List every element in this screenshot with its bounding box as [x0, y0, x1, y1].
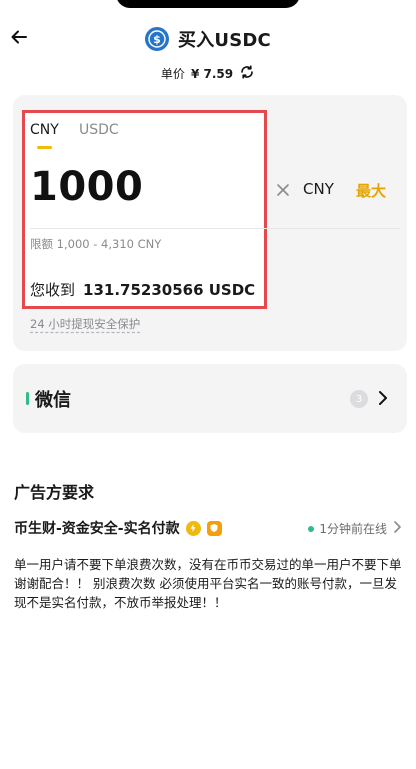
merchant-row[interactable]: 币生财-资金安全-实名付款 — [14, 518, 222, 538]
header: $ 买入USDC — [0, 22, 416, 58]
clear-icon[interactable] — [273, 180, 293, 200]
chevron-right-small-icon — [392, 520, 402, 537]
title-wrap: $ 买入USDC — [0, 26, 416, 52]
active-tab-indicator — [37, 146, 52, 149]
receive-value: 131.75230566 USDC — [83, 281, 256, 299]
payment-accent-bar — [26, 392, 29, 405]
unit-price-row: 单价 ¥ 7.59 — [0, 64, 416, 83]
chevron-right-icon[interactable] — [376, 389, 390, 411]
online-status[interactable]: 1分钟前在线 — [308, 520, 402, 537]
amount-input[interactable]: 1000 — [30, 164, 143, 210]
currency-unit: CNY — [303, 180, 334, 198]
limit-text: 限额 1,000 - 4,310 CNY — [30, 237, 162, 251]
withdraw-protection-link[interactable]: 24 小时提现安全保护 — [30, 316, 140, 332]
receive-row: 您收到 131.75230566 USDC — [30, 279, 255, 300]
page-title: 买入USDC — [178, 30, 271, 51]
payment-method-selector[interactable] — [13, 364, 407, 433]
tab-usdc[interactable]: USDC — [79, 122, 119, 138]
section-title: 广告方要求 — [14, 483, 95, 502]
verified-badge-icon — [185, 520, 201, 536]
unit-price-value: ¥ 7.59 — [190, 66, 234, 81]
advertiser-remark: 单一用户请不要下单浪费次数，没有在币币交易过的单一用户不要下单谢谢配合！！ 别浪… — [14, 557, 402, 610]
online-status-text: 1分钟前在线 — [319, 522, 387, 536]
online-dot-icon — [308, 525, 315, 532]
divider — [30, 228, 400, 229]
payment-count-badge: 3 — [350, 390, 368, 408]
status-notch — [116, 0, 300, 8]
tab-cny[interactable]: CNY — [30, 122, 59, 138]
usdc-coin-icon: $ — [145, 27, 170, 51]
merchant-shield-icon — [206, 520, 222, 536]
merchant-name: 币生财-资金安全-实名付款 — [14, 521, 180, 537]
receive-label: 您收到 — [30, 281, 76, 299]
max-button[interactable]: 最大 — [356, 180, 386, 201]
svg-text:$: $ — [153, 33, 161, 46]
refresh-icon[interactable] — [239, 64, 255, 83]
payment-method-label: 微信 — [35, 390, 71, 411]
unit-price-label: 单价 — [160, 67, 185, 81]
